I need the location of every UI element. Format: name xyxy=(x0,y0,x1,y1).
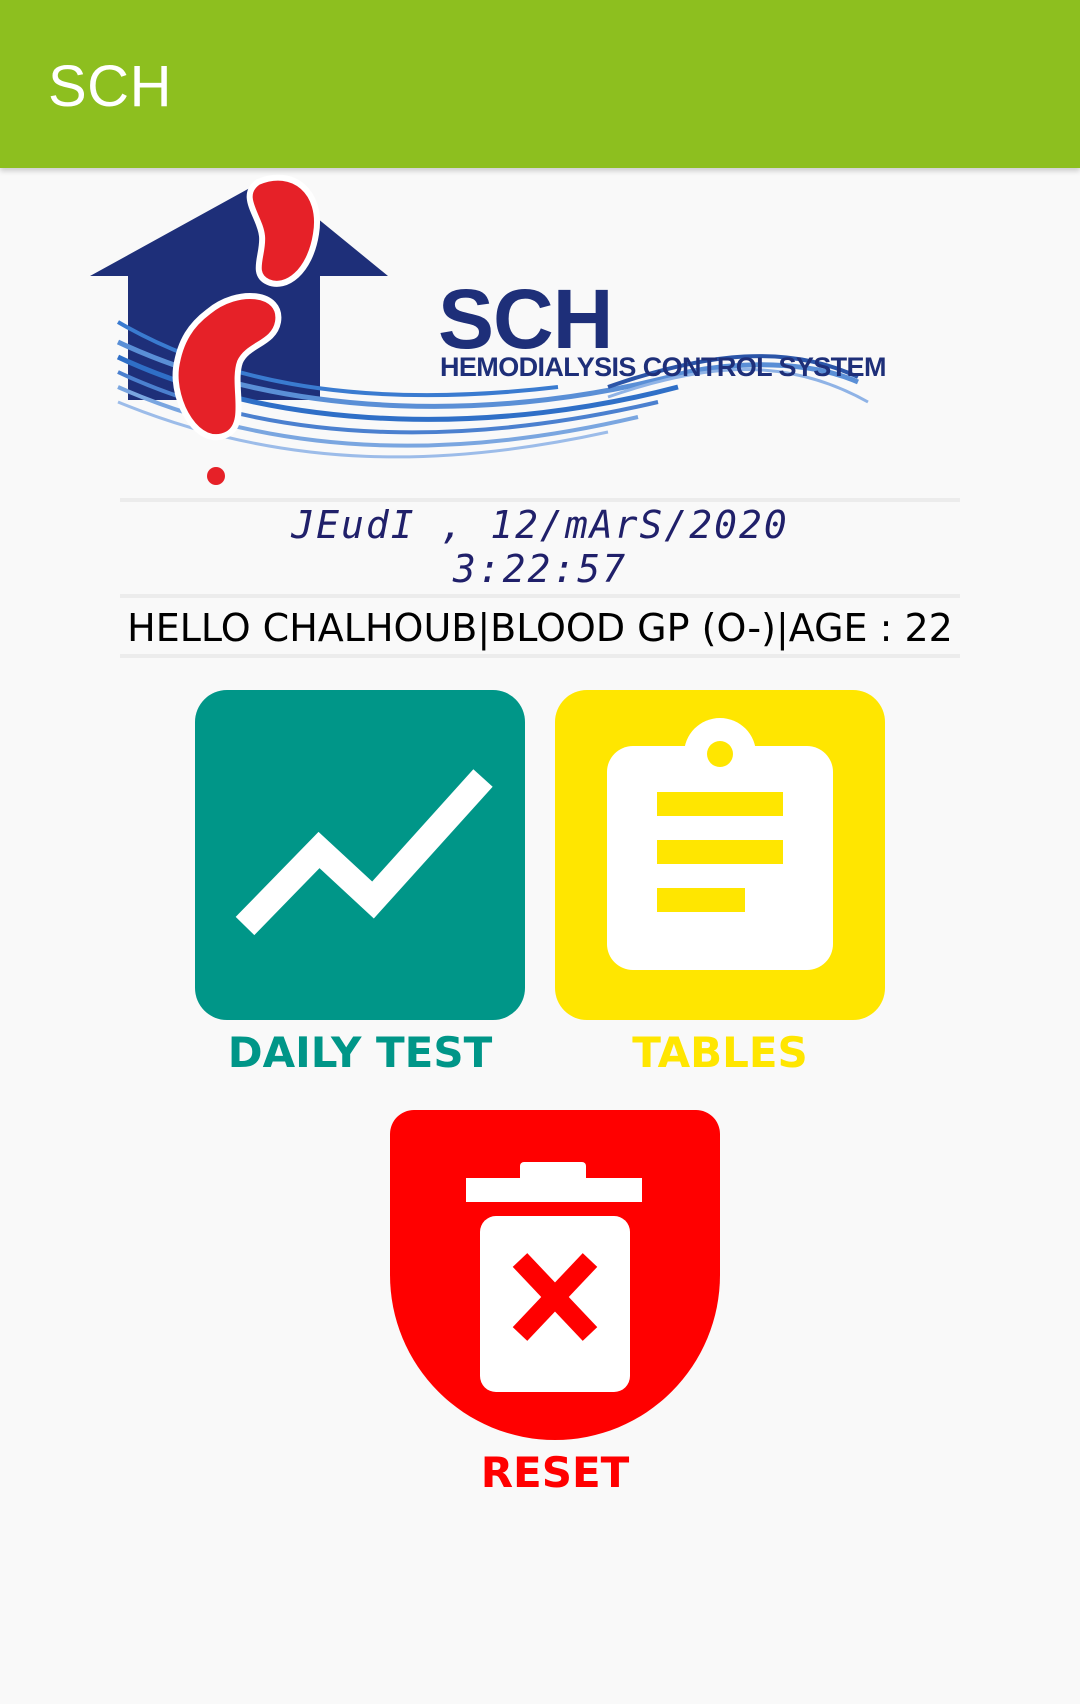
daily-test-button[interactable] xyxy=(195,690,525,1020)
date-time-display: JEudI , 12/mArS/2020 3:22:57 xyxy=(120,503,960,591)
app-bar: SCH xyxy=(0,0,1080,168)
clipboard-icon xyxy=(607,718,833,970)
app-title: SCH xyxy=(48,54,172,119)
reset-button[interactable] xyxy=(390,1110,720,1440)
divider xyxy=(120,498,960,502)
tables-button[interactable] xyxy=(555,690,885,1020)
patient-greeting: HELLO CHALHOUB|BLOOD GP (O-)|AGE : 22 xyxy=(127,606,953,650)
daily-test-label[interactable]: DAILY TEST xyxy=(195,1028,525,1078)
time-text: 3:22:57 xyxy=(452,547,628,591)
date-text: JEudI , 12/mArS/2020 xyxy=(291,503,789,547)
app-logo: SCH HEMODIALYSIS CONTROL SYSTEM xyxy=(88,172,928,492)
logo-brand-text: SCH xyxy=(438,272,613,366)
divider xyxy=(120,654,960,658)
divider xyxy=(120,594,960,598)
trending-up-icon xyxy=(235,769,493,936)
reset-label[interactable]: RESET xyxy=(390,1448,720,1498)
logo-subtitle: HEMODIALYSIS CONTROL SYSTEM xyxy=(440,352,886,382)
tables-label[interactable]: TABLES xyxy=(555,1028,885,1078)
trash-delete-icon xyxy=(466,1162,642,1392)
